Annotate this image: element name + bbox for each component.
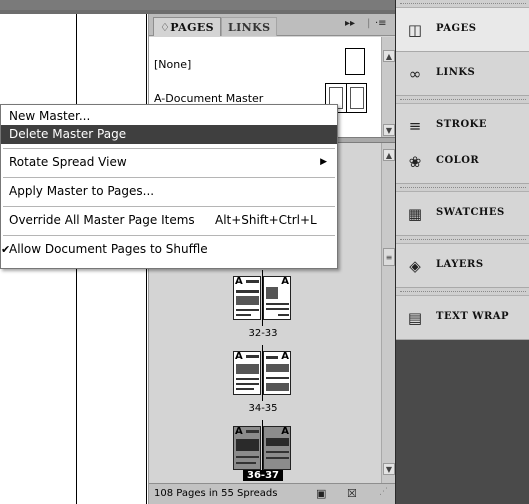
status-bar: 108 Pages in 55 Spreads ▣ ☒ ⋰ (149, 483, 396, 504)
swatches-icon: ▦ (407, 205, 423, 223)
scroll-up-icon[interactable]: ▲ (383, 149, 395, 161)
masters-scrollbar[interactable]: ▲ ▼ (381, 37, 396, 137)
dock-item-layers[interactable]: ◈ LAYERS (396, 244, 529, 288)
page-thumbnail[interactable]: A (263, 276, 291, 320)
scroll-up-icon[interactable]: ▲ (383, 50, 395, 62)
dock-label: PAGES (436, 23, 477, 34)
page-thumbnail[interactable]: A (233, 276, 261, 320)
dock-group-grip[interactable] (396, 288, 529, 296)
panel-dock: ◫ PAGES ∞ LINKS ≡ STROKE ❀ COLOR ▦ SWATC… (395, 0, 529, 504)
scroll-down-icon[interactable]: ▼ (383, 124, 395, 136)
menu-separator (3, 148, 335, 149)
menu-item-label: Allow Document Pages to Shuffle (9, 242, 208, 256)
menu-item-new-master[interactable]: New Master... (1, 107, 337, 126)
links-icon: ∞ (408, 65, 422, 83)
spread-thumbnail-selected[interactable]: A A (233, 420, 293, 476)
scroll-down-icon[interactable]: ▼ (383, 463, 395, 475)
trash-icon[interactable]: ☒ (347, 487, 357, 500)
menu-item-label: Apply Master to Pages... (9, 184, 155, 198)
dock-group-grip[interactable] (396, 236, 529, 244)
menu-item-delete-master-page[interactable]: Delete Master Page (1, 125, 337, 144)
page-thumbnail[interactable]: A (263, 351, 291, 395)
master-none-label[interactable]: [None] (154, 58, 191, 71)
dock-label: LINKS (436, 67, 476, 78)
page-thumbnail[interactable]: A (233, 351, 261, 395)
pages-scrollbar[interactable]: ▲ ≡ ▼ (381, 143, 396, 483)
menu-item-label: Rotate Spread View (9, 155, 127, 169)
text-wrap-icon: ▤ (407, 309, 423, 327)
scroll-thumb[interactable]: ≡ (383, 248, 395, 266)
dock-item-text-wrap[interactable]: ▤ TEXT WRAP (396, 296, 529, 340)
submenu-arrow-icon: ▶ (320, 157, 327, 167)
spread-label[interactable]: 32-33 (228, 328, 298, 339)
dock-label: COLOR (436, 155, 480, 166)
spread-thumbnail[interactable]: A A (233, 345, 293, 401)
dock-label: TEXT WRAP (436, 311, 510, 322)
menu-item-apply-master[interactable]: Apply Master to Pages... (1, 182, 337, 201)
dock-item-links[interactable]: ∞ LINKS (396, 52, 529, 96)
menu-item-allow-shuffle[interactable]: ✔ Allow Document Pages to Shuffle (1, 240, 337, 259)
spread-label[interactable]: 34-35 (228, 403, 298, 414)
top-strip-highlight (0, 0, 395, 10)
new-page-icon[interactable]: ▣ (316, 487, 326, 500)
panel-tab-bar: ♢PAGES LINKS ▸▸ | ·≡ (149, 14, 396, 36)
spread-thumbnail[interactable]: A A (233, 270, 293, 326)
layers-icon: ◈ (409, 257, 421, 275)
dock-label: SWATCHES (436, 207, 505, 218)
stroke-icon: ≡ (408, 117, 422, 135)
tab-links[interactable]: LINKS (221, 17, 278, 36)
dock-group-grip[interactable] (396, 0, 529, 8)
page-thumbnail[interactable]: A (233, 426, 261, 470)
panel-menu-icon[interactable]: ·≡ (375, 18, 387, 29)
dock-label: LAYERS (436, 259, 484, 270)
menu-item-label: Delete Master Page (9, 127, 127, 141)
collapse-icon[interactable]: ▸▸ (345, 18, 355, 29)
menu-separator (3, 206, 335, 207)
master-a-spine (346, 84, 347, 112)
master-a-right-frame (350, 87, 364, 109)
dock-item-pages[interactable]: ◫ PAGES (396, 8, 529, 52)
menu-separator (3, 177, 335, 178)
dock-item-color[interactable]: ❀ COLOR (396, 140, 529, 184)
menu-separator (3, 235, 335, 236)
context-menu: New Master... Delete Master Page Rotate … (0, 104, 338, 269)
dock-item-swatches[interactable]: ▦ SWATCHES (396, 192, 529, 236)
color-icon: ❀ (408, 153, 422, 171)
page-count-label: 108 Pages in 55 Spreads (154, 488, 278, 499)
checkmark-icon: ✔ (1, 243, 11, 256)
menu-item-rotate-spread-view[interactable]: Rotate Spread View ▶ (1, 153, 337, 172)
top-strip (0, 0, 395, 14)
master-none-thumbnail[interactable] (345, 48, 365, 75)
menu-shortcut: Alt+Shift+Ctrl+L (215, 213, 317, 227)
resize-grip-icon[interactable]: ⋰ (379, 487, 388, 497)
spread-label-selected[interactable]: 36-37 (243, 470, 283, 481)
tab-pages[interactable]: ♢PAGES (153, 17, 221, 36)
menu-item-label: New Master... (9, 109, 91, 123)
dock-label: STROKE (436, 119, 487, 130)
menu-item-label: Override All Master Page Items (9, 213, 195, 227)
page-thumbnail[interactable]: A (263, 426, 291, 470)
menu-item-override-master-items[interactable]: Override All Master Page Items Alt+Shift… (1, 211, 337, 230)
dock-group-grip[interactable] (396, 184, 529, 192)
dock-group-grip[interactable] (396, 96, 529, 104)
pages-icon: ◫ (407, 21, 423, 39)
tab-divider: | (367, 18, 371, 29)
